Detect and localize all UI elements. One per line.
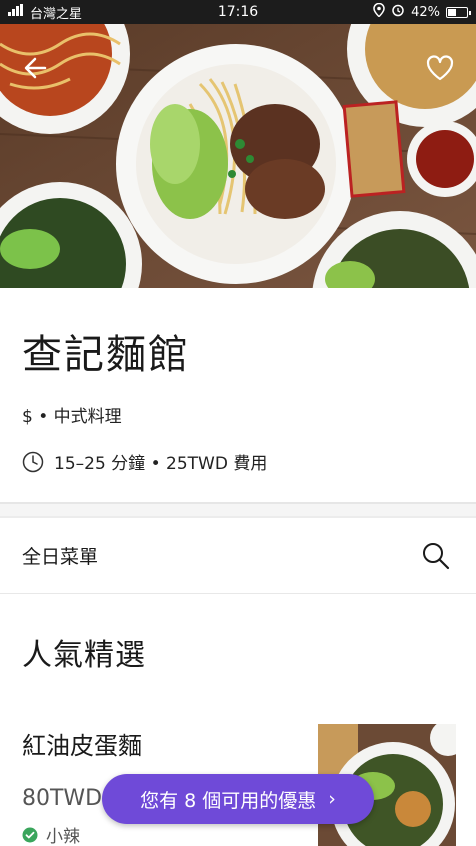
battery-percent: 42% bbox=[411, 4, 440, 20]
item-tag: 小辣 bbox=[22, 822, 80, 846]
back-button[interactable] bbox=[16, 48, 56, 88]
search-icon bbox=[423, 542, 450, 569]
item-price: 80TWD bbox=[22, 786, 103, 811]
arrow-left-icon bbox=[24, 57, 47, 79]
item-name: 紅油皮蛋麵 bbox=[22, 732, 142, 760]
clock-icon bbox=[22, 451, 44, 472]
battery-icon bbox=[446, 6, 471, 18]
alarm-icon bbox=[391, 3, 405, 21]
store-delivery: 15–25 分鐘 • 25TWD 費用 bbox=[22, 449, 454, 474]
location-icon bbox=[373, 2, 385, 21]
status-left: 台灣之星 bbox=[8, 3, 82, 22]
store-meta: $ • 中式料理 bbox=[22, 407, 122, 427]
heart-outline-icon bbox=[426, 55, 454, 81]
menu-label: 全日菜單 bbox=[22, 546, 99, 568]
menu-selector[interactable]: 全日菜單 bbox=[0, 518, 476, 594]
signal-icon bbox=[8, 4, 26, 20]
chevron-right-icon: › bbox=[328, 788, 336, 810]
battery-fill bbox=[448, 8, 457, 16]
carrier-name: 台灣之星 bbox=[30, 6, 83, 22]
favorite-button[interactable] bbox=[420, 48, 460, 88]
noodle-photo bbox=[0, 24, 476, 288]
item-tag-label: 小辣 bbox=[46, 827, 80, 846]
store-name: 查記麵館 bbox=[22, 332, 190, 378]
section-divider bbox=[0, 502, 476, 518]
store-info: 查記麵館 $ • 中式料理 15–25 分鐘 • 25TWD 費用 bbox=[0, 288, 476, 474]
status-bar: 台灣之星 17:16 42% bbox=[0, 0, 476, 24]
delivery-info: 15–25 分鐘 • 25TWD 費用 bbox=[54, 454, 268, 474]
status-right: 42% bbox=[373, 2, 471, 21]
search-button[interactable] bbox=[418, 538, 454, 574]
store-hero-image bbox=[0, 24, 476, 288]
section-title: 人氣精選 bbox=[22, 638, 146, 673]
promo-offers-button[interactable]: 您有 8 個可用的優惠 › bbox=[102, 774, 374, 824]
promo-label: 您有 8 個可用的優惠 bbox=[140, 789, 317, 812]
check-badge-icon bbox=[22, 827, 38, 842]
